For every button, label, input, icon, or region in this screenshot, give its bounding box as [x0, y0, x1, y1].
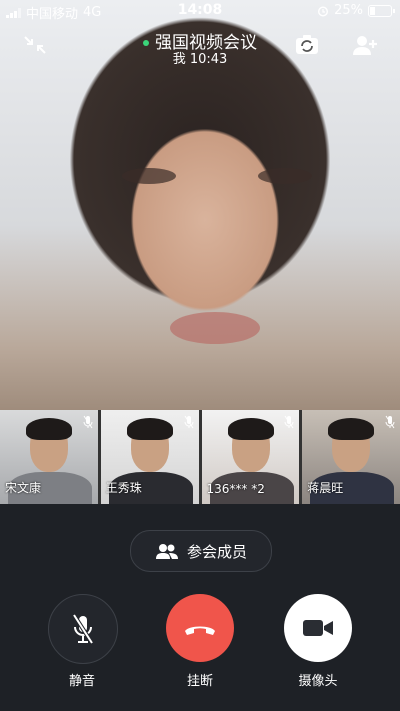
- live-indicator-icon: [143, 40, 149, 46]
- mic-muted-icon: [284, 415, 294, 429]
- camera-label: 摄像头: [298, 674, 338, 689]
- participant-tile[interactable]: 王秀珠: [100, 410, 199, 504]
- switch-camera-icon[interactable]: [294, 34, 320, 56]
- members-icon: [155, 544, 178, 559]
- participant-video: [328, 418, 375, 440]
- camera-button[interactable]: [284, 594, 352, 662]
- alarm-icon: [318, 5, 329, 17]
- members-button[interactable]: 参会成员: [130, 530, 272, 572]
- hangup-label: 挂断: [186, 674, 213, 689]
- participant-video: [227, 418, 274, 440]
- hangup-button[interactable]: [166, 594, 234, 662]
- mute-button[interactable]: [48, 594, 118, 664]
- video-feature: [258, 168, 312, 184]
- participant-video: [26, 418, 72, 440]
- status-bar: 中国移动 4G 14:08 25%: [0, 0, 400, 22]
- participant-video: [126, 418, 173, 440]
- status-right: 25%: [317, 3, 395, 18]
- video-feature: [122, 168, 176, 184]
- participant-strip: 宋文康 王秀珠 136*** *2 蒋晨旺: [0, 410, 400, 504]
- mic-muted-icon: [385, 415, 395, 429]
- members-button-label: 参会成员: [186, 542, 247, 561]
- participant-name: 蒋晨旺: [307, 481, 344, 495]
- video-camera-icon: [303, 620, 333, 636]
- hangup-icon: [185, 626, 215, 635]
- participant-name: 王秀珠: [105, 481, 142, 495]
- battery-percent: 25%: [334, 3, 363, 18]
- mic-muted-icon: [184, 415, 193, 429]
- battery-icon: [368, 4, 395, 17]
- add-member-icon[interactable]: [352, 34, 378, 56]
- participant-name: 136*** *2: [206, 482, 265, 496]
- mic-off-icon: [72, 613, 94, 645]
- meeting-subtitle: 我 10:43: [172, 52, 228, 67]
- mic-muted-icon: [83, 415, 93, 429]
- participant-tile[interactable]: 宋文康: [0, 410, 98, 504]
- video-feature: [170, 312, 260, 344]
- participant-tile[interactable]: 蒋晨旺: [302, 410, 400, 504]
- participant-name: 宋文康: [5, 481, 42, 495]
- participant-tile[interactable]: 136*** *2: [201, 410, 300, 504]
- mute-label: 静音: [68, 674, 95, 689]
